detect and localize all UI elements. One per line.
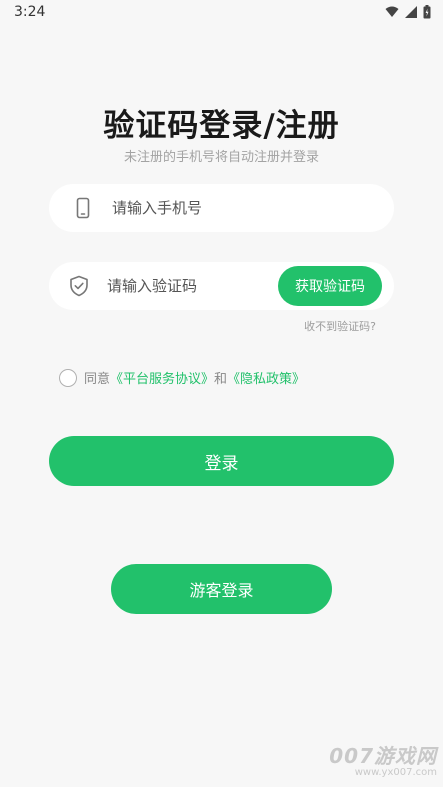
agreement-checkbox[interactable]: [59, 368, 77, 387]
watermark-main: 007游戏网: [329, 744, 437, 768]
battery-icon: [423, 5, 431, 19]
phone-field[interactable]: [49, 184, 394, 232]
no-code-link[interactable]: 收不到验证码?: [304, 318, 376, 334]
privacy-link[interactable]: 《隐私政策》: [227, 368, 305, 387]
login-button[interactable]: 登录: [49, 436, 394, 486]
code-input[interactable]: [107, 262, 267, 310]
phone-input[interactable]: [112, 184, 372, 232]
watermark: 007游戏网 www.yx007.com: [329, 740, 437, 778]
page-title: 验证码登录/注册: [103, 108, 340, 144]
terms-link[interactable]: 《平台服务协议》: [110, 368, 214, 387]
status-bar: 3:24: [0, 0, 443, 26]
shield-check-icon: [70, 275, 88, 297]
wifi-icon: [385, 6, 399, 17]
status-icons: [385, 5, 431, 19]
code-field[interactable]: 获取验证码: [49, 262, 394, 310]
status-time: 3:24: [14, 4, 46, 20]
agreement-prefix: 同意: [84, 372, 111, 387]
phone-icon: [76, 197, 90, 219]
get-code-button[interactable]: 获取验证码: [278, 266, 382, 306]
signal-icon: [405, 6, 417, 18]
guest-login-button[interactable]: 游客登录: [111, 564, 332, 614]
page-subtitle: 未注册的手机号将自动注册并登录: [123, 150, 319, 165]
agreement-row: 同意 《平台服务协议》 和 《隐私政策》: [59, 368, 305, 387]
agreement-and: 和: [214, 372, 228, 387]
